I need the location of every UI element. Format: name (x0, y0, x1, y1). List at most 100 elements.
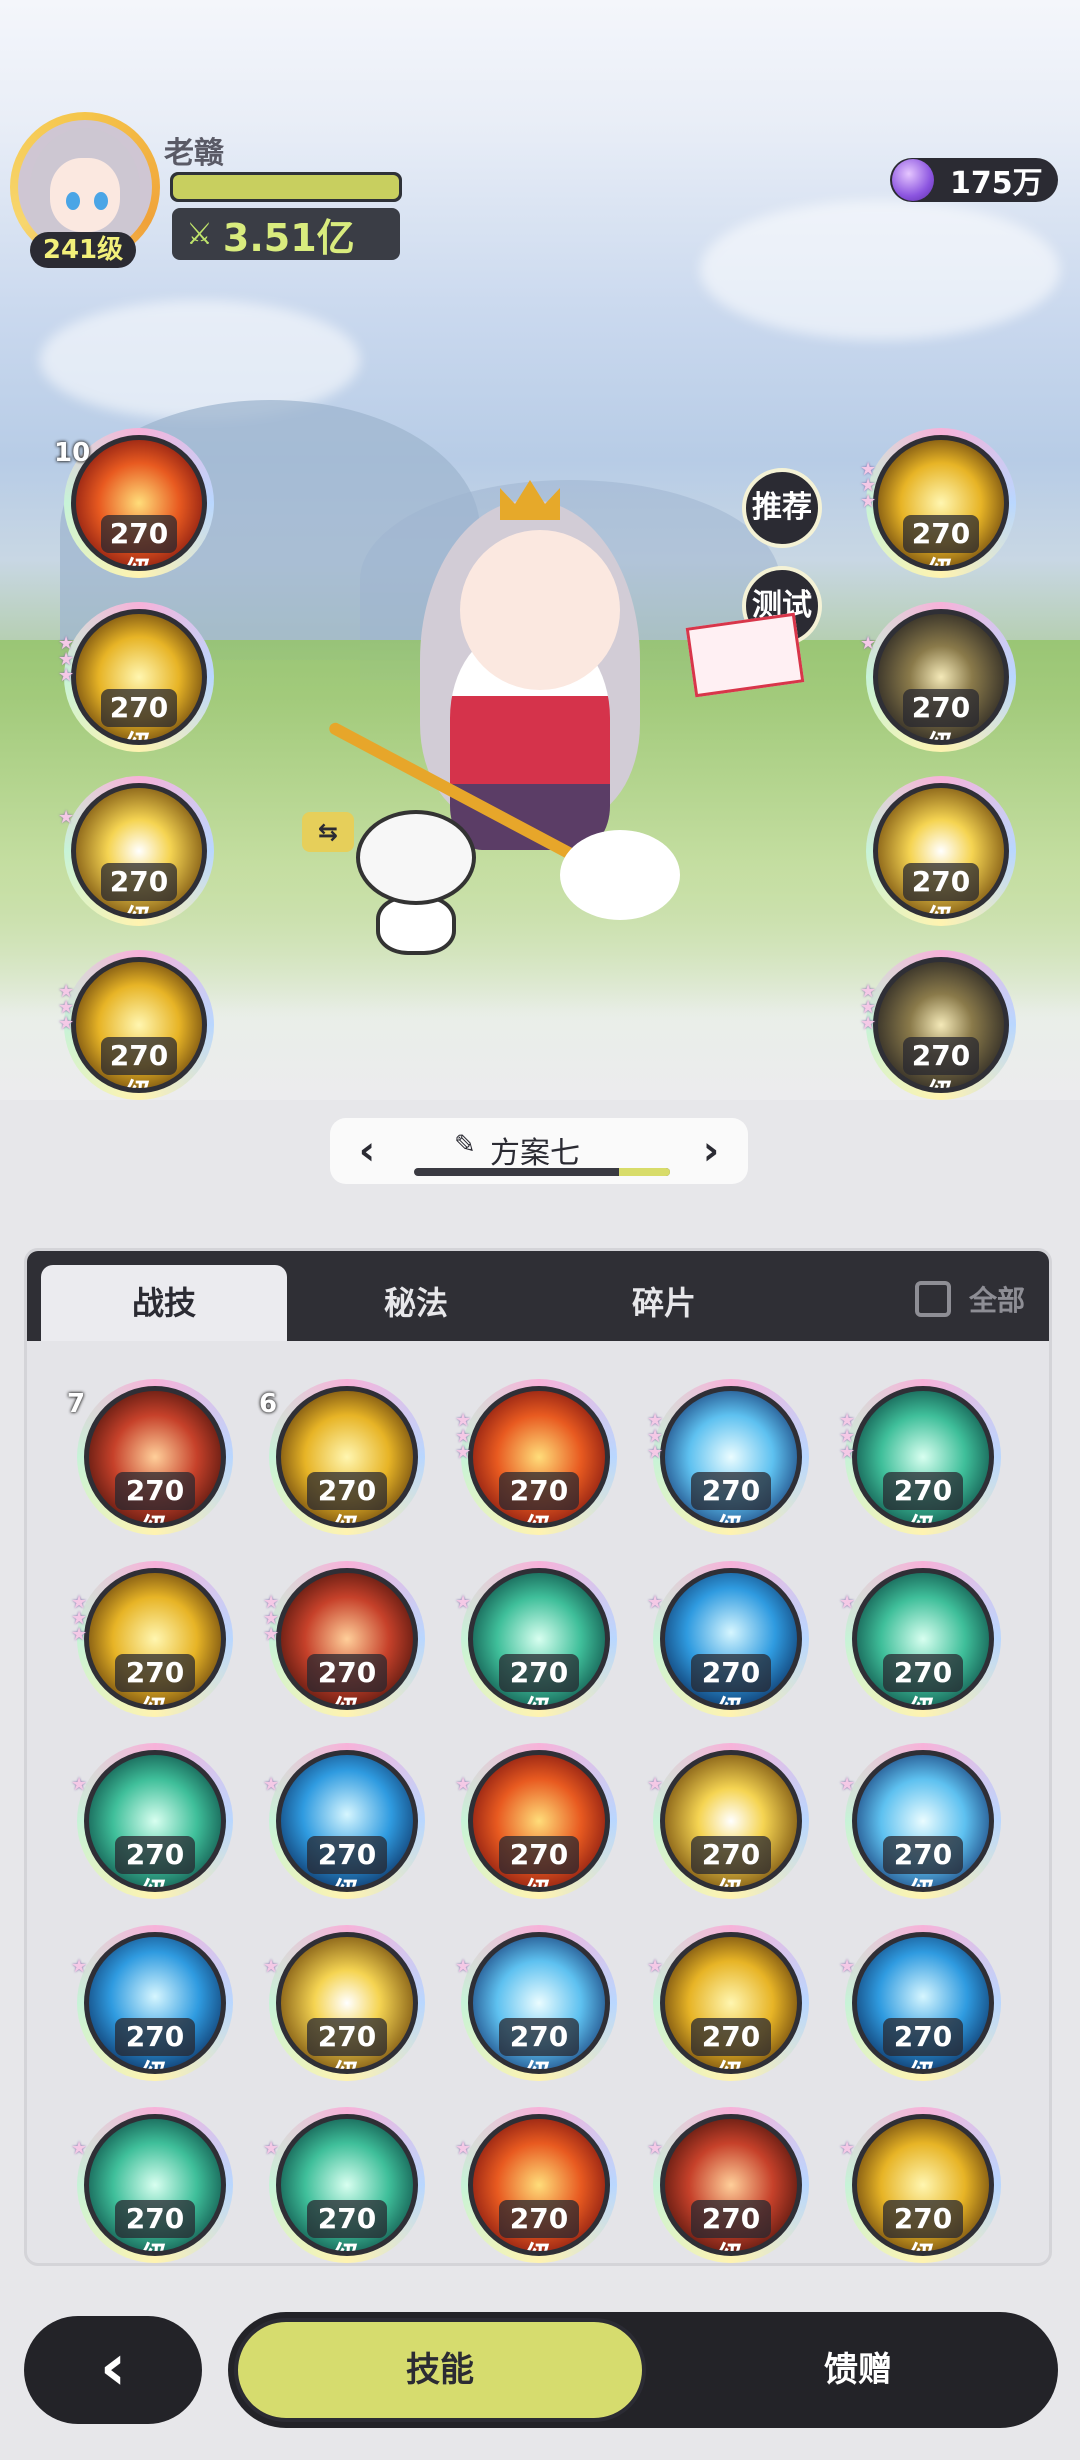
star-rating: ★ (71, 1958, 87, 1976)
left-skill-orb-3[interactable]: 270级 ★★★ (58, 950, 214, 1100)
back-button[interactable]: ‹ (24, 2316, 202, 2424)
star-rating: ★ (263, 1956, 280, 1977)
left-skill-orb-0[interactable]: 270级 10 (54, 428, 214, 578)
skill-slot-16[interactable]: 270级 ★ (263, 1925, 425, 2081)
skill-icon: 270级 (71, 957, 207, 1093)
crown-icon (500, 480, 560, 520)
skill-slot-18[interactable]: 270级 ★ (647, 1925, 809, 2081)
skill-icon: 270级 (660, 2114, 802, 2256)
star-rating: ★ ★ ★ (647, 1412, 663, 1462)
panda-pet[interactable] (356, 810, 476, 960)
skill-slot-3[interactable]: 270级 ★★★ (647, 1379, 809, 1535)
star-icon: ★ (58, 1013, 75, 1034)
skill-level-label: 270级 (307, 1471, 387, 1523)
show-all-toggle[interactable]: 全部 (914, 1279, 1025, 1319)
swap-pet-icon[interactable]: ⇆ (302, 812, 354, 852)
show-all-label: 全部 (968, 1284, 1025, 1317)
skill-rank-badge: 10 (54, 438, 91, 468)
star-icon: ★ (58, 665, 75, 686)
skill-slot-12[interactable]: 270级 ★ (455, 1743, 617, 1899)
star-icon: ★ (839, 1592, 856, 1613)
skill-slot-1[interactable]: 270级 6 (259, 1379, 425, 1535)
skill-level-label: 270级 (307, 1835, 387, 1887)
skill-icon: 270级 (84, 2114, 226, 2256)
skill-slot-7[interactable]: 270级 ★ (455, 1561, 617, 1717)
star-rating: ★ (455, 1776, 471, 1794)
skill-level-label: 270级 (883, 1471, 963, 1523)
star-rating: ★ ★ ★ (263, 1594, 279, 1644)
skill-level-label: 270级 (115, 1653, 195, 1705)
skill-slot-17[interactable]: 270级 ★ (455, 1925, 617, 2081)
skill-level-label: 270级 (691, 2199, 771, 2251)
skill-slot-13[interactable]: 270级 ★ (647, 1743, 809, 1899)
skill-level-label: 270级 (115, 2017, 195, 2069)
skill-level-label: 270级 (883, 2017, 963, 2069)
skill-icon: 270级 (468, 2114, 610, 2256)
left-skill-orb-1[interactable]: 270级 ★★★ (58, 602, 214, 752)
skill-icon: 270级 (873, 783, 1009, 919)
skill-slot-5[interactable]: 270级 ★★★ (71, 1561, 233, 1717)
skill-rank-badge: 7 (67, 1389, 86, 1419)
star-icon: ★ (455, 1592, 472, 1613)
skill-slot-15[interactable]: 270级 ★ (71, 1925, 233, 2081)
currency-display[interactable]: 175万 (890, 158, 1058, 202)
star-rating: ★ (647, 1958, 663, 1976)
skill-slot-2[interactable]: 270级 ★★★ (455, 1379, 617, 1535)
skills-tab-button[interactable]: 技能 (234, 2318, 646, 2422)
right-skill-orb-1[interactable]: 270级 ★ (860, 602, 1016, 752)
recommend-button[interactable]: 推荐 (742, 468, 822, 548)
right-skill-orb-3[interactable]: 270级 ★★★ (860, 950, 1016, 1100)
skill-slot-0[interactable]: 270级 7 (67, 1379, 233, 1535)
star-rating: ★ (58, 807, 75, 828)
skill-icon: 270级 (276, 1568, 418, 1710)
skill-slot-23[interactable]: 270级 ★ (647, 2107, 809, 2263)
skill-icon: 270级 (660, 1386, 802, 1528)
prev-plan-button[interactable]: ‹ (342, 1124, 392, 1178)
skill-icon: 270级 (276, 1386, 418, 1528)
skill-slot-19[interactable]: 270级 ★ (839, 1925, 1001, 2081)
star-rating: ★ ★ ★ (455, 1412, 471, 1462)
star-icon: ★ (263, 1956, 280, 1977)
skill-level-label: 270级 (101, 689, 177, 740)
gift-tab-button[interactable]: 馈赠 (658, 2312, 1058, 2428)
tab-fragments[interactable]: 碎片 (541, 1265, 787, 1341)
skill-slot-10[interactable]: 270级 ★ (71, 1743, 233, 1899)
skill-slot-9[interactable]: 270级 ★ (839, 1561, 1001, 1717)
skill-level-label: 270级 (499, 2017, 579, 2069)
skill-slot-6[interactable]: 270级 ★★★ (263, 1561, 425, 1717)
skill-slot-22[interactable]: 270级 ★ (455, 2107, 617, 2263)
tab-secret-arts[interactable]: 秘法 (293, 1265, 539, 1341)
skill-icon: 270级 (852, 1568, 994, 1710)
skill-slot-11[interactable]: 270级 ★ (263, 1743, 425, 1899)
left-skill-orb-2[interactable]: 270级 ★ (58, 776, 214, 926)
right-skill-orb-0[interactable]: 270级 ★★★ (860, 428, 1016, 578)
show-all-checkbox[interactable] (914, 1281, 951, 1317)
star-rating: ★ (263, 1776, 279, 1794)
next-plan-button[interactable]: › (686, 1124, 736, 1178)
skill-level-label: 270级 (691, 2017, 771, 2069)
star-rating: ★ (839, 1592, 856, 1613)
star-icon: ★ (263, 2138, 280, 2159)
combat-power-value: 3.51亿 (222, 215, 355, 260)
bottom-nav: 技能 馈赠 (228, 2312, 1058, 2428)
star-icon: ★ (839, 1774, 856, 1795)
right-skill-orb-2[interactable]: 270级 (866, 776, 1016, 926)
skill-icon: 270级 (276, 2114, 418, 2256)
skill-slot-20[interactable]: 270级 ★ (71, 2107, 233, 2263)
tab-battle-skills[interactable]: 战技 (41, 1265, 287, 1341)
player-level-badge: 241级 (30, 232, 136, 268)
skill-slot-4[interactable]: 270级 ★★★ (839, 1379, 1001, 1535)
star-rating: ★ (860, 635, 876, 653)
skill-slot-8[interactable]: 270级 ★ (647, 1561, 809, 1717)
star-icon: ★ (455, 1956, 472, 1977)
edit-pencil-icon[interactable]: ✎ (454, 1130, 476, 1160)
plan-name: 方案七 (490, 1136, 580, 1171)
star-icon: ★ (58, 807, 75, 828)
star-icon: ★ (455, 2138, 472, 2159)
skill-slot-24[interactable]: 270级 ★ (839, 2107, 1001, 2263)
skill-level-label: 270级 (115, 1835, 195, 1887)
skill-slot-14[interactable]: 270级 ★ (839, 1743, 1001, 1899)
skill-slot-21[interactable]: 270级 ★ (263, 2107, 425, 2263)
skill-level-label: 270级 (499, 1653, 579, 1705)
star-rating: ★ ★ ★ (860, 461, 876, 511)
